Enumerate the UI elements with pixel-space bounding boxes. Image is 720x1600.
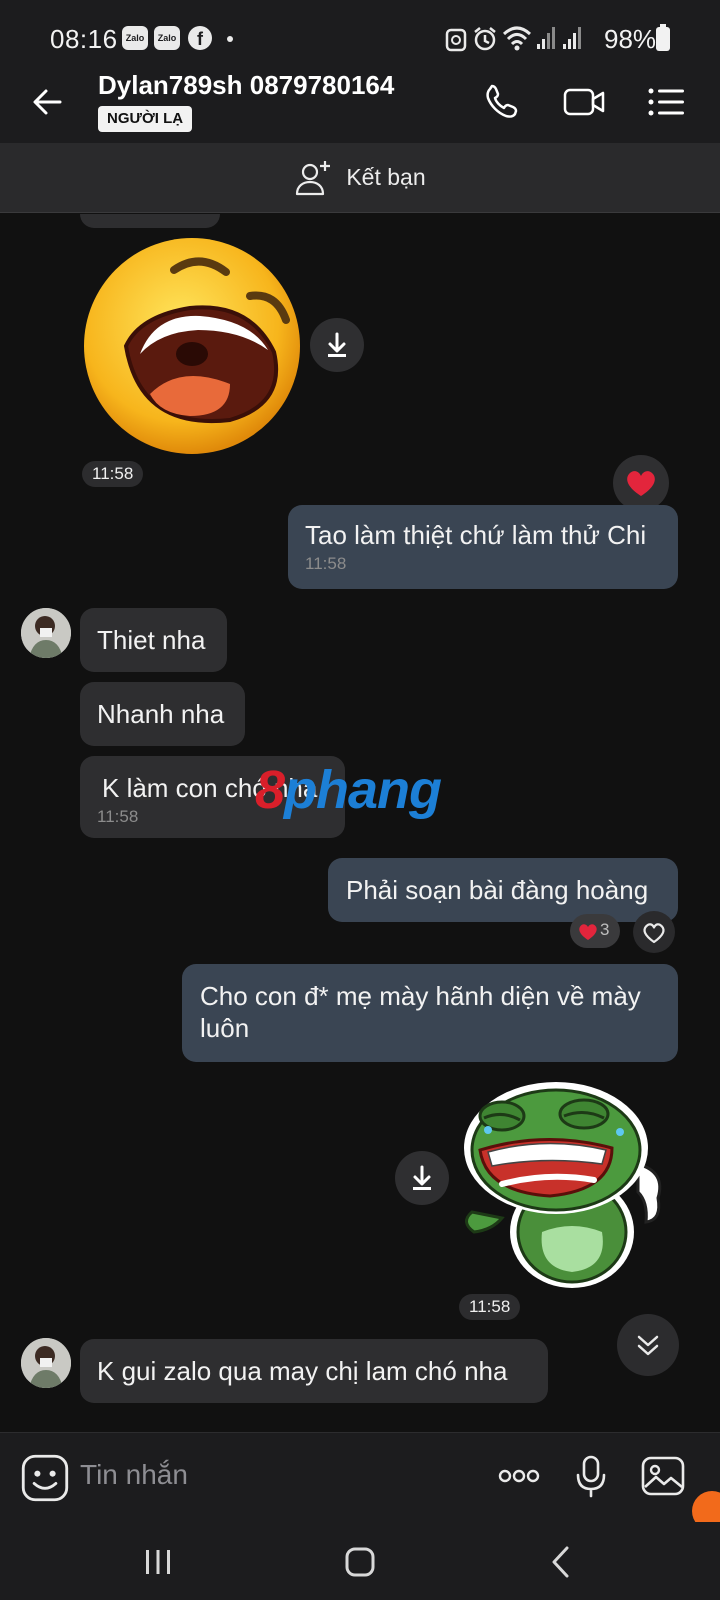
download-icon xyxy=(413,1165,431,1190)
contact-name[interactable]: Dylan789sh 0879780164 xyxy=(98,70,394,101)
react-heart-button[interactable] xyxy=(633,911,675,953)
stranger-badge: NGƯỜI LẠ xyxy=(98,106,193,132)
alarm-icon xyxy=(474,27,496,51)
reaction-button[interactable] xyxy=(613,455,669,511)
zalo-notification-icon: Zalo xyxy=(122,26,148,50)
reaction-count: 3 xyxy=(600,920,610,939)
phone-call-icon[interactable] xyxy=(478,78,526,126)
laughing-face-sticker[interactable] xyxy=(80,234,304,458)
emoji-sticker-icon[interactable] xyxy=(20,1453,70,1503)
add-friend-label: Kết bạn xyxy=(346,164,426,190)
download-sticker-button[interactable] xyxy=(310,318,364,372)
recent-apps-icon[interactable] xyxy=(136,1540,180,1584)
reaction-summary[interactable]: 3 xyxy=(570,914,620,948)
more-notifications-dot xyxy=(227,36,233,42)
back-nav-icon[interactable] xyxy=(540,1540,584,1584)
facebook-notification-icon: f xyxy=(188,26,212,50)
scroll-to-bottom-button[interactable] xyxy=(617,1314,679,1376)
status-bar: 08:16 Zalo Zalo f 98% xyxy=(0,0,720,62)
battery-percent: 98% xyxy=(604,24,657,54)
message-bubble-outgoing[interactable]: Cho con đ* mẹ mày hãnh diện về mày luôn xyxy=(182,964,678,1062)
back-arrow-icon[interactable] xyxy=(26,80,70,124)
heart-icon xyxy=(579,924,597,940)
message-time: 11:58 xyxy=(82,461,144,487)
message-input-bar: Tin nhắn xyxy=(0,1432,720,1531)
status-time: 08:16 xyxy=(50,24,118,54)
avatar-image xyxy=(21,1338,71,1388)
message-text: K gui zalo qua may chị lam chó nha xyxy=(97,1356,508,1386)
heart-outline-icon xyxy=(643,923,665,944)
message-text: Nhanh nha xyxy=(97,699,225,729)
message-text: Tao làm thiệt chứ làm thử Chi xyxy=(305,520,647,550)
wifi-icon xyxy=(502,26,532,51)
laughing-frog-sticker[interactable] xyxy=(462,1072,674,1294)
download-sticker-button[interactable] xyxy=(395,1151,449,1205)
double-chevron-down-icon xyxy=(637,1335,659,1356)
data-saver-icon xyxy=(445,28,467,52)
add-friend-icon xyxy=(296,160,331,195)
message-bubble-incoming[interactable]: Thiet nha xyxy=(80,608,227,672)
microphone-icon[interactable] xyxy=(566,1451,616,1501)
image-gallery-icon[interactable] xyxy=(638,1451,688,1501)
zalo-notification-icon: Zalo xyxy=(154,26,180,50)
menu-list-icon[interactable] xyxy=(642,78,690,126)
message-text: Phải soạn bài đàng hoàng xyxy=(346,875,649,905)
message-bubble-outgoing[interactable]: Phải soạn bài đàng hoàng xyxy=(328,858,678,922)
message-bubble-outgoing[interactable]: Tao làm thiệt chứ làm thử Chi 11:58 xyxy=(288,505,678,589)
message-list[interactable]: 11:58 Tao làm thiệt chứ làm thử Chi 11:5… xyxy=(0,214,720,1432)
avatar-image xyxy=(21,608,71,658)
message-time: 11:58 xyxy=(305,554,347,573)
signal-icon xyxy=(563,27,581,49)
message-text: Thiet nha xyxy=(97,625,206,655)
signal-icon xyxy=(537,27,555,49)
add-friend-bar[interactable]: Kết bạn xyxy=(0,143,720,213)
message-time: 11:58 xyxy=(459,1294,521,1320)
watermark-logo: 8phang xyxy=(255,760,442,820)
message-bubble-partial[interactable] xyxy=(80,214,220,228)
battery-icon xyxy=(656,24,670,51)
message-input[interactable]: Tin nhắn xyxy=(80,1459,188,1491)
home-icon[interactable] xyxy=(338,1540,382,1584)
video-call-icon[interactable] xyxy=(560,78,608,126)
heart-icon xyxy=(627,471,655,496)
system-navigation-bar xyxy=(0,1522,720,1600)
message-bubble-incoming[interactable]: K gui zalo qua may chị lam chó nha xyxy=(80,1339,548,1403)
more-options-icon[interactable] xyxy=(494,1451,544,1501)
chat-header: Dylan789sh 0879780164 NGƯỜI LẠ xyxy=(0,62,720,143)
download-icon xyxy=(328,332,346,357)
message-bubble-incoming[interactable]: Nhanh nha xyxy=(80,682,245,746)
contact-avatar[interactable] xyxy=(21,608,71,658)
message-text: Cho con đ* mẹ mày hãnh diện về mày luôn xyxy=(200,981,641,1043)
contact-avatar[interactable] xyxy=(21,1338,71,1388)
